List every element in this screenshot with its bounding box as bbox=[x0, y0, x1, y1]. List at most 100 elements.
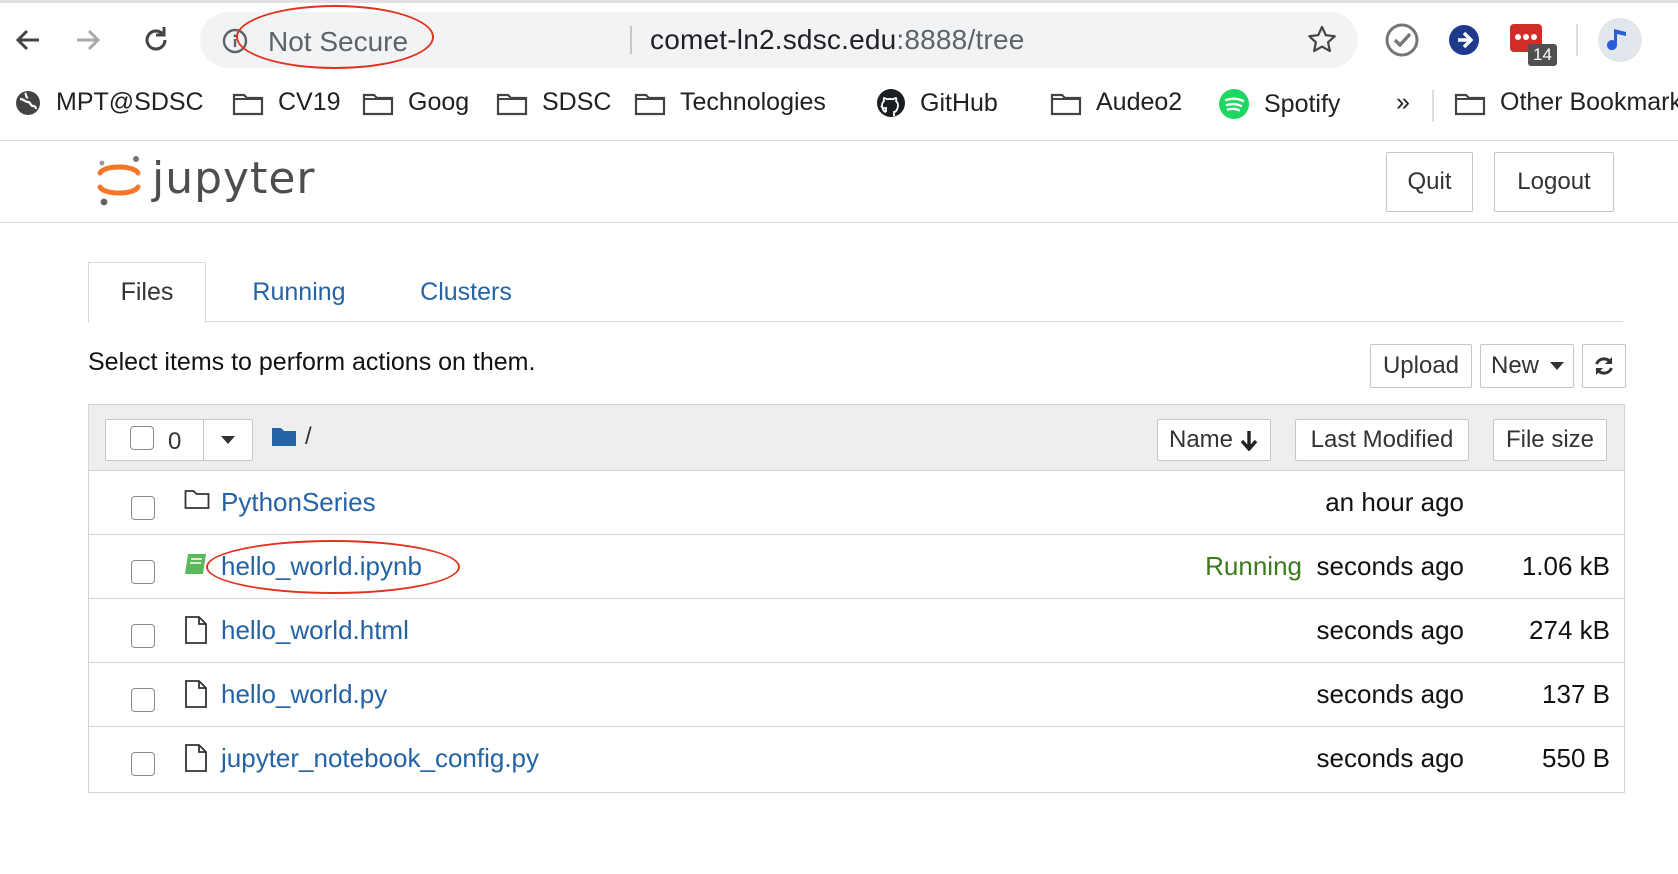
new-dropdown-button[interactable]: New bbox=[1480, 344, 1574, 388]
tab-clusters[interactable]: Clusters bbox=[392, 262, 540, 322]
bookmark-sdsc[interactable]: SDSC bbox=[496, 88, 611, 117]
bookmark-audeo2[interactable]: Audeo2 bbox=[1050, 88, 1182, 117]
refresh-icon bbox=[1595, 357, 1613, 375]
bookmark-technologies[interactable]: Technologies bbox=[634, 88, 826, 117]
logout-button[interactable]: Logout bbox=[1494, 152, 1614, 212]
file-size: 137 B bbox=[1542, 679, 1610, 709]
bookmark-label: Technologies bbox=[680, 88, 826, 116]
file-row-hello-ipynb[interactable]: hello_world.ipynb Running seconds ago 1.… bbox=[89, 535, 1624, 599]
extension-check[interactable] bbox=[1380, 18, 1424, 62]
url-host: comet-ln2.sdsc.edu bbox=[650, 24, 897, 55]
bookmarks-bar: MPT@SDSC CV19 Goog SDSC Technologies Git… bbox=[0, 80, 1678, 130]
file-icon bbox=[185, 744, 207, 772]
extension-arrow[interactable] bbox=[1442, 18, 1486, 62]
quit-button[interactable]: Quit bbox=[1386, 152, 1473, 212]
bookmark-label: Goog bbox=[408, 88, 470, 116]
tab-strip-edge bbox=[0, 0, 1678, 3]
music-note-icon bbox=[1607, 29, 1626, 51]
folder-icon bbox=[184, 490, 210, 509]
file-name-link[interactable]: jupyter_notebook_config.py bbox=[221, 743, 539, 774]
extension-badge: 14 bbox=[1528, 44, 1557, 66]
reload-button[interactable] bbox=[136, 20, 176, 60]
new-label: New bbox=[1491, 352, 1540, 379]
row-checkbox[interactable] bbox=[131, 688, 155, 712]
back-button[interactable] bbox=[8, 20, 48, 60]
column-name-label: Name bbox=[1168, 426, 1234, 453]
bookmark-spotify[interactable]: Spotify bbox=[1218, 88, 1340, 120]
bookmark-mpt[interactable]: MPT@SDSC bbox=[14, 88, 204, 117]
back-arrow-icon bbox=[15, 29, 39, 51]
jupyter-header: jupyter Quit Logout bbox=[0, 141, 1678, 223]
bookmark-star-icon[interactable] bbox=[1306, 24, 1338, 56]
file-row-hello-html[interactable]: hello_world.html seconds ago 274 kB bbox=[89, 599, 1624, 663]
folder-solid-icon[interactable] bbox=[271, 425, 297, 447]
bookmark-github[interactable]: GitHub bbox=[876, 88, 998, 118]
bookmark-label: Spotify bbox=[1264, 89, 1341, 118]
overflow-chevron-icon: » bbox=[1396, 88, 1410, 116]
bookmark-other[interactable]: Other Bookmarks bbox=[1454, 88, 1678, 117]
tab-running[interactable]: Running bbox=[222, 262, 376, 322]
github-icon bbox=[877, 89, 905, 117]
file-name-link[interactable]: hello_world.ipynb bbox=[221, 551, 422, 582]
file-size: 1.06 kB bbox=[1521, 551, 1610, 581]
sort-by-name-button[interactable]: Name bbox=[1157, 419, 1271, 461]
file-row-pythonseries[interactable]: PythonSeries an hour ago bbox=[89, 471, 1624, 535]
reload-icon bbox=[145, 27, 167, 51]
not-secure-label[interactable]: Not Secure bbox=[268, 26, 408, 58]
caret-down-icon bbox=[221, 436, 235, 444]
folder-icon bbox=[232, 93, 264, 115]
folder-icon bbox=[496, 93, 528, 115]
arrow-circle-icon bbox=[1449, 25, 1479, 55]
tab-bar: Files Running Clusters bbox=[88, 262, 1623, 323]
file-name-link[interactable]: PythonSeries bbox=[221, 487, 376, 518]
address-bar[interactable]: Not Secure comet-ln2.sdsc.edu:8888/tree bbox=[200, 12, 1358, 68]
spotify-icon bbox=[1219, 89, 1249, 119]
select-instructions: Select items to perform actions on them. bbox=[88, 348, 536, 376]
bookmark-label: SDSC bbox=[542, 88, 612, 116]
bookmark-cv19[interactable]: CV19 bbox=[232, 88, 341, 117]
bookmark-label: Other Bookmarks bbox=[1500, 88, 1678, 116]
arrow-down-icon bbox=[1240, 431, 1258, 451]
file-modified: seconds ago bbox=[1316, 551, 1464, 581]
tab-files[interactable]: Files bbox=[88, 262, 206, 323]
url-text[interactable]: comet-ln2.sdsc.edu:8888/tree bbox=[650, 24, 1025, 56]
forward-button[interactable] bbox=[68, 20, 108, 60]
file-size: 550 B bbox=[1542, 743, 1610, 773]
file-list: 0 / Name Last Modified File size PythonS… bbox=[88, 404, 1625, 793]
checkmark-circle-icon bbox=[1385, 23, 1419, 57]
omnibox-separator bbox=[630, 26, 632, 54]
file-icon bbox=[185, 616, 207, 644]
info-icon[interactable] bbox=[222, 28, 248, 54]
file-modified: an hour ago bbox=[1325, 487, 1464, 517]
select-dropdown-button[interactable] bbox=[203, 419, 253, 461]
row-checkbox[interactable] bbox=[131, 560, 155, 584]
file-name-link[interactable]: hello_world.html bbox=[221, 615, 409, 646]
row-checkbox[interactable] bbox=[131, 752, 155, 776]
sort-by-modified-button[interactable]: Last Modified bbox=[1295, 419, 1469, 461]
breadcrumb-root[interactable]: / bbox=[305, 423, 312, 451]
sort-by-size-button[interactable]: File size bbox=[1493, 419, 1607, 461]
bookmark-label: CV19 bbox=[278, 88, 341, 116]
caret-down-icon bbox=[1550, 362, 1565, 370]
file-row-config-py[interactable]: jupyter_notebook_config.py seconds ago 5… bbox=[89, 727, 1624, 791]
folder-icon bbox=[634, 93, 666, 115]
profile-avatar[interactable] bbox=[1598, 18, 1642, 62]
select-all-checkbox[interactable] bbox=[130, 426, 154, 450]
notebook-icon bbox=[185, 554, 206, 574]
file-row-hello-py[interactable]: hello_world.py seconds ago 137 B bbox=[89, 663, 1624, 727]
bookmarks-overflow[interactable]: » bbox=[1396, 88, 1410, 117]
folder-icon bbox=[362, 93, 394, 115]
folder-icon bbox=[1050, 93, 1082, 115]
jupyter-logo-icon[interactable] bbox=[96, 153, 142, 209]
bookmark-goog[interactable]: Goog bbox=[362, 88, 469, 117]
upload-button[interactable]: Upload bbox=[1370, 344, 1472, 388]
file-icon bbox=[185, 680, 207, 708]
jupyter-wordmark[interactable]: jupyter bbox=[152, 153, 316, 204]
bookmark-label: Audeo2 bbox=[1096, 88, 1183, 116]
selected-count: 0 bbox=[168, 428, 182, 455]
row-checkbox[interactable] bbox=[131, 496, 155, 520]
row-checkbox[interactable] bbox=[131, 624, 155, 648]
refresh-button[interactable] bbox=[1582, 344, 1626, 388]
forward-arrow-icon bbox=[77, 29, 101, 51]
file-name-link[interactable]: hello_world.py bbox=[221, 679, 387, 710]
